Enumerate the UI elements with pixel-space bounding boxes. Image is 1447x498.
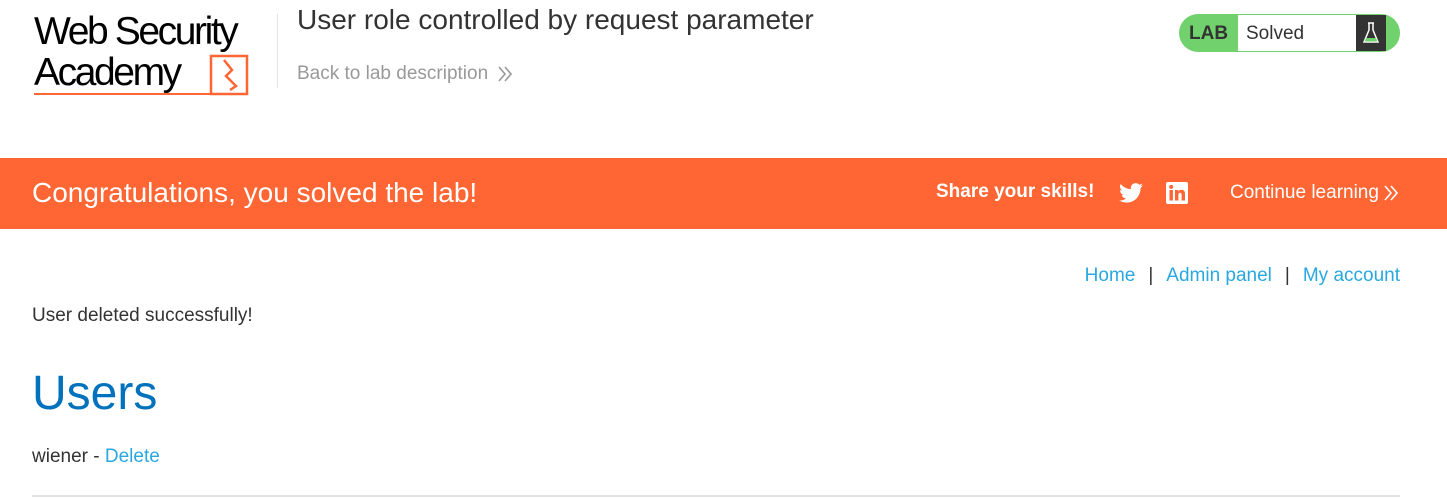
double-chevron-right-icon [498, 66, 513, 82]
twitter-icon[interactable] [1119, 182, 1143, 204]
admin-panel-link[interactable]: Admin panel [1166, 265, 1272, 287]
lab-status-text: Solved [1246, 23, 1305, 44]
double-chevron-right-icon [1384, 185, 1398, 201]
continue-learning-link[interactable]: Continue learning [1230, 182, 1398, 204]
back-to-lab-description-link[interactable]: Back to lab description [297, 63, 513, 85]
lab-status-label: LAB [1189, 23, 1229, 44]
lab-status-flask [1356, 15, 1386, 51]
user-row-separator: - [87, 446, 105, 467]
lab-title: User role controlled by request paramete… [297, 4, 814, 35]
logo-mark-icon [34, 54, 249, 96]
nav-separator: | [1148, 265, 1154, 286]
status-message: User deleted successfully! [32, 305, 253, 326]
academy-header: Web Security Academy User role controlle… [0, 0, 1447, 158]
back-link-label: Back to lab description [297, 63, 489, 84]
share-skills-label: Share your skills! [936, 181, 1095, 202]
delete-user-link[interactable]: Delete [105, 446, 160, 467]
my-account-link[interactable]: My account [1303, 265, 1400, 287]
flask-icon [1363, 22, 1379, 43]
user-name: wiener [32, 446, 88, 467]
nav-separator: | [1284, 265, 1290, 286]
top-nav-links: Home | Admin panel | My account [1085, 265, 1400, 287]
lab-status-box: Solved [1238, 15, 1356, 51]
lab-status-widget: LAB Solved [1179, 14, 1400, 52]
continue-learning-label: Continue learning [1230, 182, 1379, 203]
linkedin-icon[interactable] [1166, 182, 1188, 204]
bottom-divider [32, 495, 1400, 497]
users-heading: Users [32, 367, 158, 420]
header-divider [277, 14, 278, 88]
user-row: wiener - Delete [32, 446, 160, 468]
home-link[interactable]: Home [1085, 265, 1136, 287]
web-security-academy-logo[interactable]: Web Security Academy [34, 12, 274, 100]
congratulations-message: Congratulations, you solved the lab! [32, 177, 478, 208]
congratulations-banner: Congratulations, you solved the lab! Sha… [0, 158, 1447, 229]
